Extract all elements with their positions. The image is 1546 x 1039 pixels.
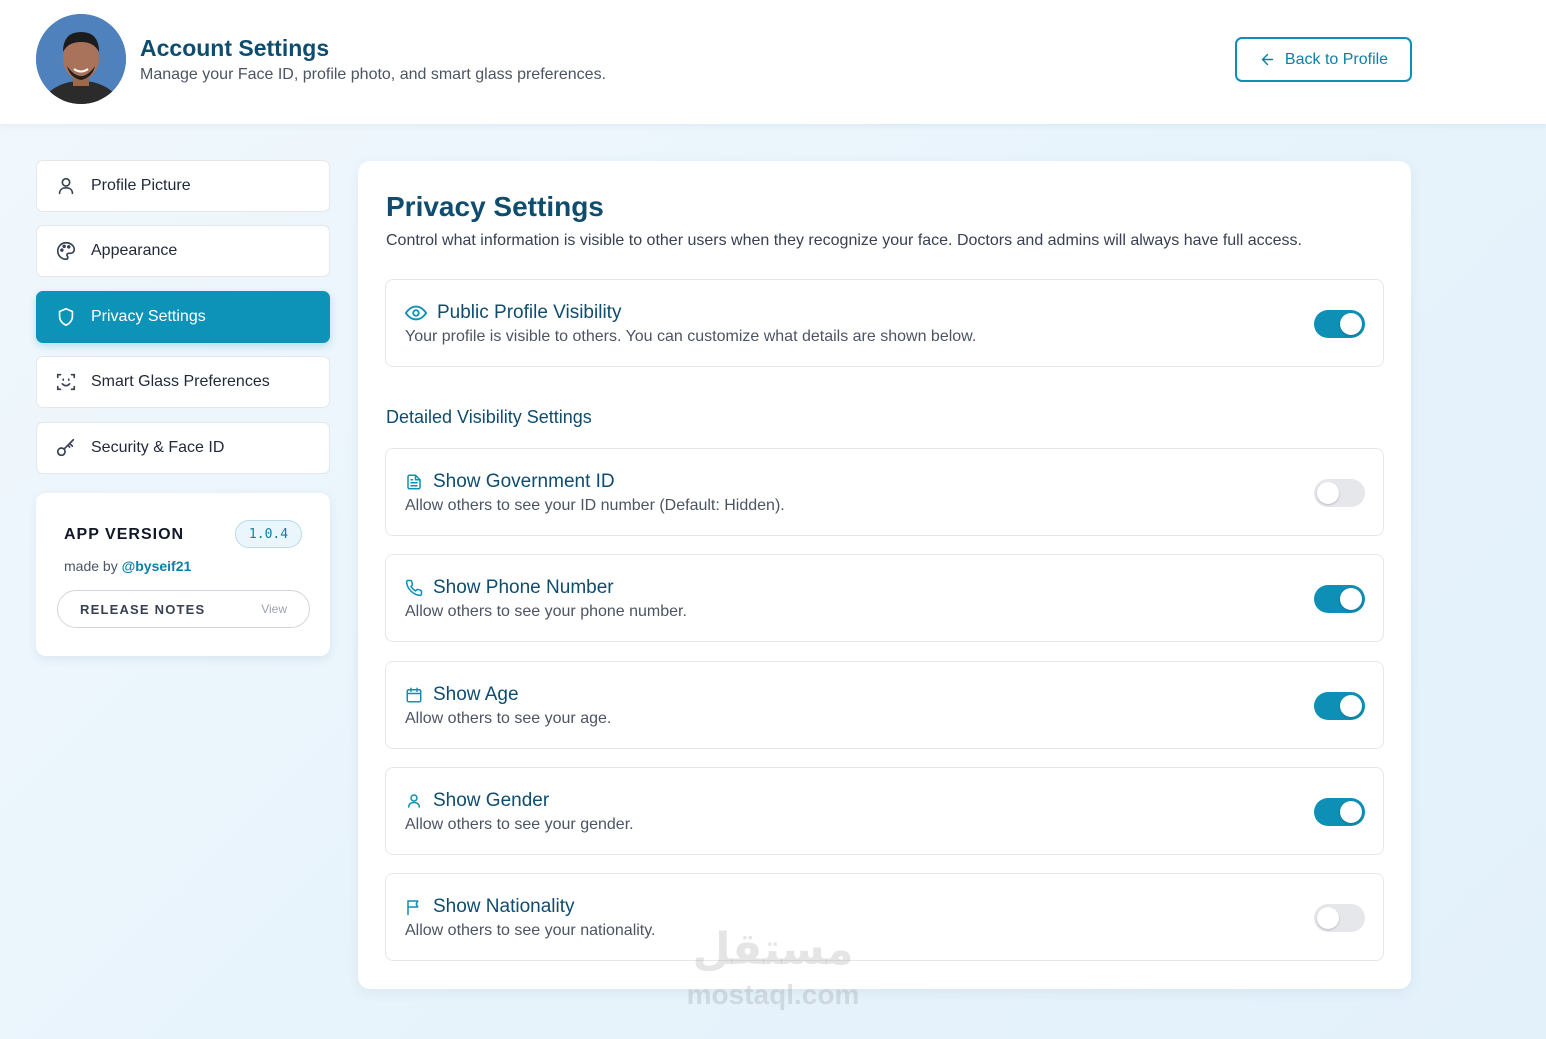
release-notes-label: RELEASE NOTES — [80, 601, 206, 617]
age-toggle[interactable] — [1314, 692, 1365, 720]
document-icon — [407, 474, 421, 490]
key-icon — [56, 438, 75, 457]
privacy-settings-panel: Privacy Settings Control what informatio… — [358, 161, 1411, 989]
page-subtitle: Manage your Face ID, profile photo, and … — [140, 66, 607, 83]
setting-description: Your profile is visible to others. You c… — [405, 328, 977, 345]
toggle-knob — [1317, 907, 1339, 929]
gender-toggle[interactable] — [1314, 798, 1365, 826]
sidebar-item-appearance[interactable]: Appearance — [36, 225, 330, 277]
toggle-knob — [1340, 313, 1362, 335]
setting-description: Allow others to see your ID number (Defa… — [405, 497, 785, 514]
calendar-icon — [406, 687, 422, 703]
setting-title: Show Nationality — [433, 896, 575, 917]
sidebar-item-label: Profile Picture — [91, 177, 191, 194]
setting-title: Show Age — [433, 684, 519, 705]
made-by-prefix: made by — [64, 558, 122, 574]
toggle-knob — [1340, 801, 1362, 823]
setting-header: Show Nationality — [405, 896, 575, 918]
sidebar-item-label: Security & Face ID — [91, 439, 225, 456]
release-notes-button[interactable]: RELEASE NOTES View — [57, 590, 310, 628]
setting-header: Show Government ID — [405, 471, 615, 493]
setting-description: Allow others to see your gender. — [405, 816, 634, 833]
sidebar-item-security-face-id[interactable]: Security & Face ID — [36, 422, 330, 474]
setting-title: Show Gender — [433, 790, 550, 811]
sidebar-item-label: Appearance — [91, 242, 178, 259]
setting-description: Allow others to see your nationality. — [405, 922, 656, 939]
author-link[interactable]: @byseif21 — [122, 558, 192, 574]
eye-icon — [405, 305, 427, 321]
sidebar-item-privacy-settings[interactable]: Privacy Settings — [36, 291, 330, 343]
setting-title: Public Profile Visibility — [437, 302, 622, 323]
version-badge: 1.0.4 — [235, 520, 302, 548]
made-by-text: made by @byseif21 — [64, 558, 191, 574]
flag-icon — [407, 900, 419, 916]
setting-title: Show Government ID — [433, 471, 615, 492]
panel-description: Control what information is visible to o… — [386, 232, 1302, 249]
nationality-toggle[interactable] — [1314, 904, 1365, 932]
setting-header: Show Age — [405, 684, 519, 706]
public-profile-visibility-card: Public Profile Visibility Your profile i… — [385, 279, 1384, 367]
setting-header: Show Phone Number — [405, 577, 614, 599]
setting-header: Public Profile Visibility — [405, 302, 621, 324]
sidebar-item-smart-glass-preferences[interactable]: Smart Glass Preferences — [36, 356, 330, 408]
phone-number-toggle[interactable] — [1314, 585, 1365, 613]
toggle-knob — [1340, 588, 1362, 610]
phone-icon — [405, 579, 423, 597]
government-id-toggle[interactable] — [1314, 479, 1365, 507]
face-scan-icon — [56, 373, 76, 391]
panel-title: Privacy Settings — [386, 191, 604, 222]
sidebar-item-label: Privacy Settings — [91, 308, 206, 325]
app-version-title: APP VERSION — [64, 526, 185, 543]
toggle-knob — [1317, 482, 1339, 504]
detailed-visibility-title: Detailed Visibility Settings — [386, 407, 592, 427]
setting-header: Show Gender — [405, 790, 549, 812]
back-button-label: Back to Profile — [1284, 50, 1389, 68]
app-version-card: APP VERSION 1.0.4 made by @byseif21 RELE… — [36, 493, 330, 656]
show-gender-card: Show Gender Allow others to see your gen… — [385, 767, 1384, 855]
public-visibility-toggle[interactable] — [1314, 310, 1365, 338]
setting-description: Allow others to see your phone number. — [405, 603, 687, 620]
setting-description: Allow others to see your age. — [405, 710, 612, 727]
toggle-knob — [1340, 695, 1362, 717]
arrow-left-icon — [1261, 53, 1274, 66]
palette-icon — [57, 241, 76, 261]
setting-title: Show Phone Number — [433, 577, 614, 598]
page-header: Account Settings Manage your Face ID, pr… — [0, 0, 1546, 124]
avatar[interactable] — [36, 14, 126, 104]
show-age-card: Show Age Allow others to see your age. — [385, 661, 1384, 749]
sidebar-item-label: Smart Glass Preferences — [91, 373, 270, 390]
user-icon — [408, 794, 420, 808]
show-government-id-card: Show Government ID Allow others to see y… — [385, 448, 1384, 536]
release-notes-view-label: View — [261, 602, 287, 616]
show-nationality-card: Show Nationality Allow others to see you… — [385, 873, 1384, 961]
user-icon — [58, 177, 74, 195]
shield-icon — [58, 307, 74, 327]
show-phone-number-card: Show Phone Number Allow others to see yo… — [385, 554, 1384, 642]
sidebar-item-profile-picture[interactable]: Profile Picture — [36, 160, 330, 212]
back-to-profile-button[interactable]: Back to Profile — [1235, 37, 1412, 82]
page-title: Account Settings — [140, 35, 330, 61]
